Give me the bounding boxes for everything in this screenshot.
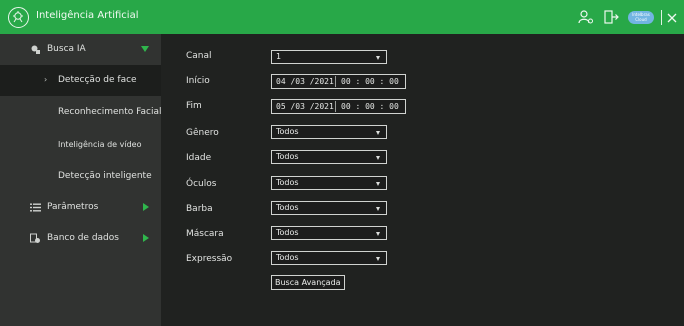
barba-label: Barba: [186, 204, 213, 214]
expand-arrow-icon: [143, 203, 149, 211]
expand-arrow-icon: [143, 234, 149, 242]
list-icon: [30, 202, 41, 216]
idade-label: Idade: [186, 153, 212, 163]
sidebar-item-busca-ia[interactable]: Busca IA: [0, 34, 161, 65]
fim-label: Fim: [186, 101, 202, 111]
sidebar-label: Detecção de face: [58, 75, 137, 85]
dropdown-arrow-icon: [376, 257, 380, 261]
chevron-right-icon: ›: [44, 75, 48, 84]
sidebar-label: Reconhecimento Facial: [58, 107, 162, 117]
ai-logo-icon: [8, 7, 29, 28]
canal-label: Canal: [186, 51, 212, 61]
fim-date[interactable]: 05 /03 /2021: [276, 100, 334, 113]
dropdown-arrow-icon: [376, 131, 380, 135]
cloud-icon[interactable]: Intelbras Cloud: [628, 11, 654, 24]
sidebar-item-inteligencia-video[interactable]: Inteligência de vídeo: [0, 129, 161, 160]
advanced-search-button[interactable]: Busca Avançada: [271, 275, 345, 290]
fim-time[interactable]: 00 : 00 : 00: [341, 100, 399, 113]
mascara-select[interactable]: Todos: [271, 226, 387, 240]
idade-select[interactable]: Todos: [271, 150, 387, 164]
dropdown-arrow-icon: [376, 207, 380, 211]
select-value: Todos: [276, 228, 299, 237]
expressao-label: Expressão: [186, 254, 233, 264]
oculos-select[interactable]: Todos: [271, 176, 387, 190]
select-value: Todos: [276, 203, 299, 212]
dropdown-arrow-icon: [376, 56, 380, 60]
sidebar-item-reconhecimento-facial[interactable]: Reconhecimento Facial: [0, 97, 161, 128]
inicio-datetime-field[interactable]: 04 /03 /2021 00 : 00 : 00: [271, 74, 406, 89]
select-value: Todos: [276, 152, 299, 161]
select-value: Todos: [276, 127, 299, 136]
sidebar-item-banco-dados[interactable]: Banco de dados: [0, 223, 161, 254]
close-icon[interactable]: [666, 10, 678, 29]
select-value: Todos: [276, 253, 299, 262]
search-form-panel: Canal 1 Início 04 /03 /2021 00 : 00 : 00…: [161, 34, 684, 326]
inicio-time[interactable]: 00 : 00 : 00: [341, 75, 399, 88]
select-value: 1: [276, 52, 282, 61]
field-divider: [335, 101, 336, 112]
titlebar-divider: [661, 10, 662, 25]
sidebar-label: Parâmetros: [47, 202, 99, 212]
sidebar-label: Inteligência de vídeo: [58, 140, 142, 149]
expand-arrow-icon: [141, 46, 149, 52]
expressao-select[interactable]: Todos: [271, 251, 387, 265]
title-bar: Inteligência Artificial Intelbras Cloud: [0, 0, 684, 34]
sidebar-label: Banco de dados: [47, 233, 119, 243]
search-face-icon: [30, 44, 41, 58]
dropdown-arrow-icon: [376, 182, 380, 186]
logout-icon[interactable]: [603, 9, 619, 29]
sidebar: Busca IA › Detecção de face Reconhecimen…: [0, 34, 161, 326]
sidebar-item-parametros[interactable]: Parâmetros: [0, 192, 161, 223]
genero-select[interactable]: Todos: [271, 125, 387, 139]
sidebar-label: Detecção inteligente: [58, 171, 152, 181]
field-divider: [335, 76, 336, 87]
select-value: Todos: [276, 178, 299, 187]
sidebar-label: Busca IA: [47, 44, 86, 54]
sidebar-item-deteccao-face[interactable]: › Detecção de face: [0, 65, 161, 96]
database-icon: [30, 233, 41, 247]
mascara-label: Máscara: [186, 229, 224, 239]
barba-select[interactable]: Todos: [271, 201, 387, 215]
inicio-label: Início: [186, 76, 210, 86]
user-settings-icon[interactable]: [578, 9, 594, 29]
fim-datetime-field[interactable]: 05 /03 /2021 00 : 00 : 00: [271, 99, 406, 114]
inicio-date[interactable]: 04 /03 /2021: [276, 75, 334, 88]
sidebar-item-deteccao-inteligente[interactable]: Detecção inteligente: [0, 161, 161, 192]
canal-select[interactable]: 1: [271, 50, 387, 64]
dropdown-arrow-icon: [376, 232, 380, 236]
dropdown-arrow-icon: [376, 156, 380, 160]
app-title: Inteligência Artificial: [36, 10, 139, 21]
genero-label: Gênero: [186, 128, 219, 138]
oculos-label: Óculos: [186, 179, 217, 189]
